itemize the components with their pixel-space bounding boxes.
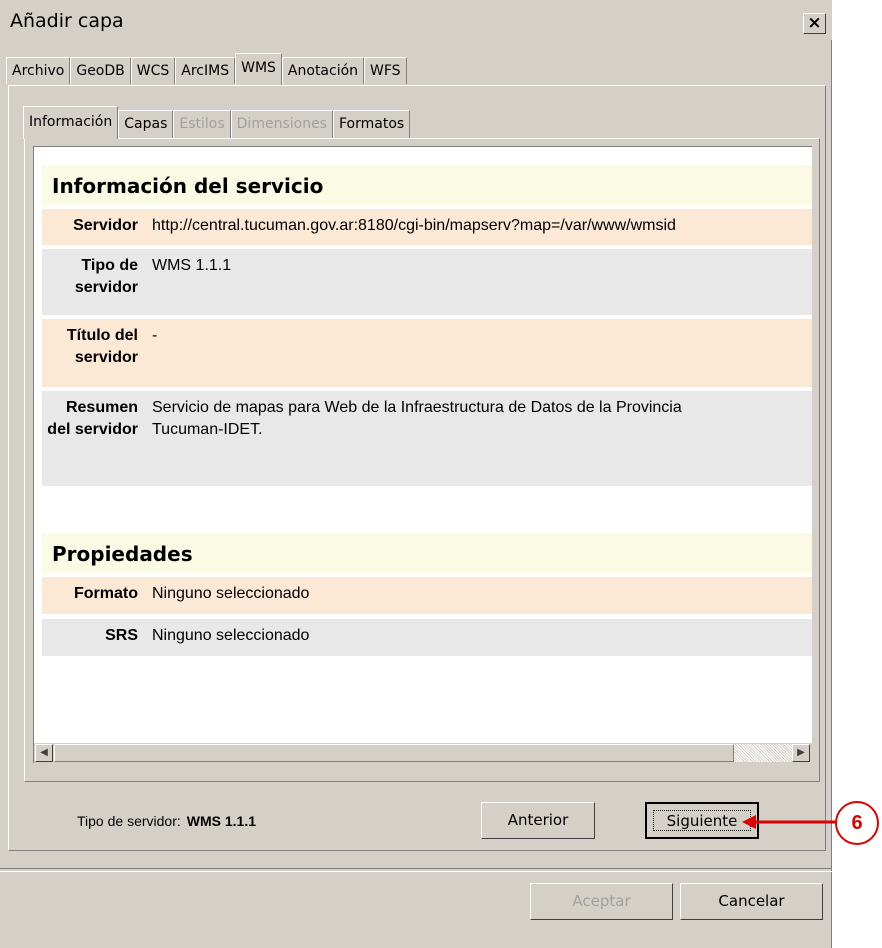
server-title-label: Título del servidor (66, 327, 138, 366)
tab-geodb[interactable]: GeoDB (70, 57, 131, 84)
previous-button[interactable]: Anterior (481, 802, 595, 839)
subtab-strip: Información Capas Estilos Dimensiones Fo… (23, 103, 411, 139)
tab-wfs[interactable]: WFS (364, 57, 407, 84)
accept-button: Aceptar (530, 883, 673, 920)
property-row-srs: SRS Ninguno seleccionado (42, 619, 812, 656)
properties-heading: Propiedades (42, 533, 812, 573)
info-row-server-summary: Resumen del servidor Servicio de mapas p… (42, 391, 812, 486)
server-label: Servidor (73, 217, 138, 234)
tab-arcims[interactable]: ArcIMS (175, 57, 236, 84)
bottom-separator (0, 868, 832, 872)
subtab-estilos: Estilos (173, 110, 231, 138)
next-button-label: Siguiente (666, 812, 738, 830)
annotation-callout: 6 (835, 801, 879, 845)
dialog-title: Añadir capa (10, 10, 124, 32)
add-layer-dialog: Añadir capa × Archivo GeoDB WCS ArcIMS W… (0, 0, 832, 948)
close-button[interactable]: × (803, 13, 826, 34)
format-value: Ninguno seleccionado (152, 585, 310, 602)
scroll-thumb[interactable] (54, 744, 734, 762)
tab-archivo[interactable]: Archivo (6, 57, 71, 84)
info-row-server-title: Título del servidor - (42, 319, 812, 387)
subtab-informacion[interactable]: Información (23, 106, 119, 139)
server-summary-value: Servicio de mapas para Web de la Infraes… (144, 391, 812, 486)
srs-label: SRS (105, 627, 138, 644)
title-bar: Añadir capa × (0, 0, 832, 40)
info-row-server: Servidor http://central.tucuman.gov.ar:8… (42, 209, 812, 245)
status-label: Tipo de servidor: (77, 813, 181, 829)
server-type-label: Tipo de servidor (74, 257, 138, 296)
subtab-dimensiones: Dimensiones (230, 110, 333, 138)
tab-anotacion[interactable]: Anotación (281, 57, 365, 84)
annotation-arrow-icon (742, 815, 836, 829)
service-info-heading: Información del servicio (42, 165, 812, 205)
subtab-capas[interactable]: Capas (118, 110, 174, 138)
info-row-server-type: Tipo de servidor WMS 1.1.1 (42, 249, 812, 315)
server-value: http://central.tucuman.gov.ar:8180/cgi-b… (152, 217, 676, 234)
scroll-right-arrow-icon[interactable]: ▶ (792, 744, 810, 762)
horizontal-scrollbar[interactable]: ◀ ▶ (33, 743, 812, 763)
server-type-value: WMS 1.1.1 (152, 257, 232, 274)
format-label: Formato (74, 585, 138, 602)
server-summary-label: Resumen del servidor (47, 399, 138, 438)
server-summary-line-1: Servicio de mapas para Web de la Infraes… (152, 399, 682, 416)
status-value: WMS 1.1.1 (186, 813, 256, 829)
info-viewport[interactable]: Información del servicio Servidor http:/… (33, 146, 812, 743)
scroll-track[interactable] (734, 744, 792, 762)
tab-strip: Archivo GeoDB WCS ArcIMS WMS Anotación W… (6, 52, 407, 85)
server-title-value: - (152, 327, 158, 344)
property-row-format: Formato Ninguno seleccionado (42, 577, 812, 614)
subtab-formatos[interactable]: Formatos (332, 110, 411, 138)
srs-value: Ninguno seleccionado (152, 627, 310, 644)
server-type-status: Tipo de servidor: WMS 1.1.1 (77, 813, 256, 829)
tab-wcs[interactable]: WCS (130, 57, 176, 84)
scroll-left-arrow-icon[interactable]: ◀ (35, 744, 53, 762)
cancel-button[interactable]: Cancelar (680, 883, 823, 920)
server-summary-line-2: Tucuman-IDET. (152, 421, 263, 438)
tab-wms[interactable]: WMS (235, 53, 282, 85)
